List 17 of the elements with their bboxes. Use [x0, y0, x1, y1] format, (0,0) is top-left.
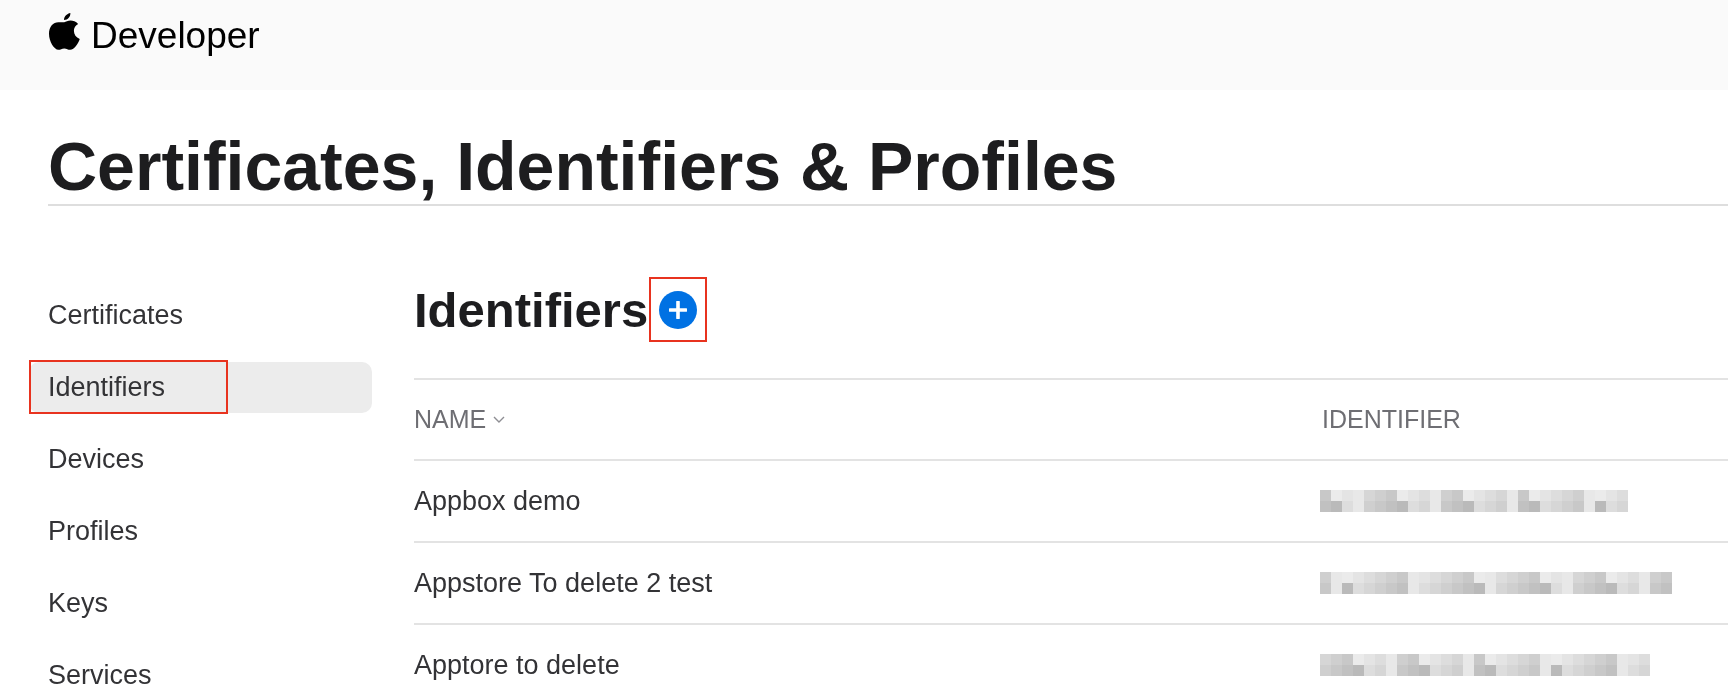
add-button[interactable] [659, 290, 698, 329]
sidebar-item[interactable]: Keys [29, 578, 372, 629]
brand-name[interactable]: Developer [91, 14, 260, 58]
section-title: Identifiers [414, 281, 649, 338]
sidebar-item[interactable]: Identifiers [29, 362, 372, 413]
sidebar-item[interactable]: Profiles [29, 506, 372, 557]
sidebar-item[interactable]: Services [29, 650, 372, 699]
table-cell: Apptore to delete [414, 649, 620, 681]
apple-icon[interactable] [49, 13, 80, 50]
page-title: Certificates, Identifiers & Profiles [48, 129, 1118, 204]
sidebar-item[interactable]: Devices [29, 434, 372, 485]
table-cell: Appbox demo [414, 485, 581, 517]
plus-icon [669, 300, 688, 319]
sidebar-item[interactable]: Certificates [29, 290, 372, 341]
table-cell: Appstore To delete 2 test [414, 567, 713, 599]
column-header[interactable]: NAME [414, 405, 506, 434]
column-header[interactable]: IDENTIFIER [1322, 405, 1461, 434]
